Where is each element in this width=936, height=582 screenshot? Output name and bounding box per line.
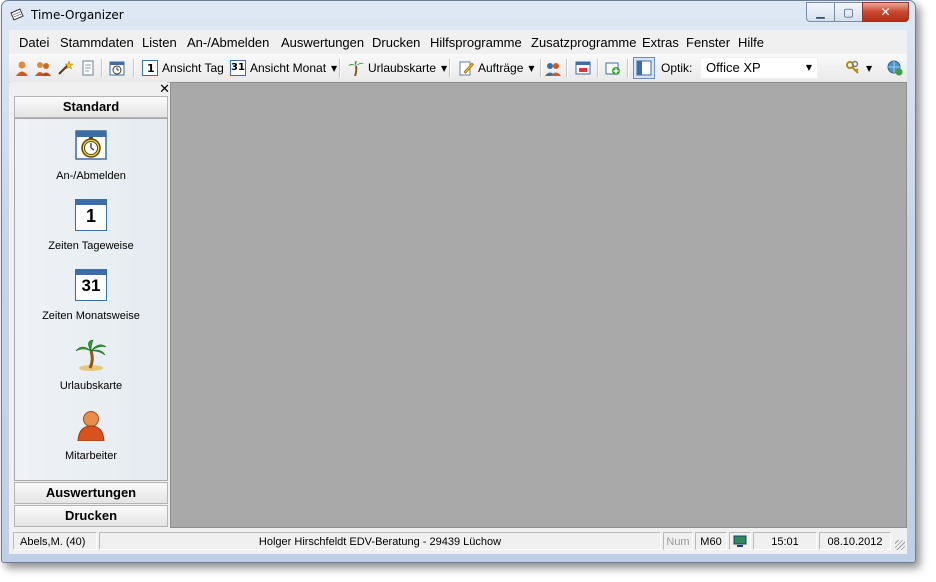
keys-icon (846, 60, 859, 74)
employee-button[interactable] (14, 58, 30, 78)
status-num-lock: Num (663, 532, 693, 550)
users-settings-button[interactable] (545, 58, 561, 78)
status-time: 15:01 (753, 532, 817, 550)
calendar-month-icon: 31 (230, 60, 246, 76)
person-icon (16, 61, 28, 76)
monitor-icon (733, 535, 747, 547)
stopwatch-calendar-icon (75, 130, 107, 160)
document-icon (82, 60, 94, 76)
nav-item-label: Zeiten Monatsweise (42, 310, 140, 322)
dropdown-arrow-icon[interactable]: ▼ (441, 64, 447, 73)
clock-button[interactable] (109, 58, 125, 78)
nav-item-label: Zeiten Tageweise (48, 240, 134, 252)
app-logo-icon (10, 8, 24, 21)
menu-auswertungen[interactable]: Auswertungen (281, 35, 364, 50)
client-area: Datei Stammdaten Listen An-/Abmelden Aus… (9, 30, 907, 554)
menu-stammdaten[interactable]: Stammdaten (60, 35, 134, 50)
menu-drucken[interactable]: Drucken (372, 35, 420, 50)
magic-wand-icon (58, 60, 73, 75)
nav-item-label: Urlaubskarte (59, 380, 123, 392)
mdi-workspace (170, 82, 907, 528)
calendar-month-icon: 31 (75, 269, 107, 301)
palm-tree-icon (75, 339, 107, 371)
navigation-panel: ✕ Standard An-/Abmelden 1 Zeiten Tagewei… (10, 82, 170, 527)
panel-toggle-button[interactable] (633, 57, 655, 79)
minimize-button[interactable]: ▁ (806, 2, 835, 22)
dropdown-arrow-icon[interactable]: ▼ (331, 64, 337, 73)
nav-item-urlaubskarte[interactable]: Urlaubskarte (15, 339, 167, 392)
auftraege-button[interactable]: Aufträge ▼ (458, 58, 535, 78)
pencil-document-icon (459, 61, 474, 76)
people-icon (35, 62, 51, 76)
maximize-icon: ▢ (843, 5, 854, 19)
group-drucken[interactable]: Drucken (14, 505, 168, 527)
document-button[interactable] (80, 58, 96, 78)
menu-datei[interactable]: Datei (19, 35, 49, 50)
ansicht-tag-label: Ansicht Tag (162, 61, 224, 75)
nav-item-mitarbeiter[interactable]: Mitarbeiter (15, 409, 167, 462)
auftraege-label: Aufträge (478, 61, 524, 75)
navigation-list: An-/Abmelden 1 Zeiten Tageweise 31 Zeite… (14, 118, 168, 481)
urlaubskarte-button[interactable]: Urlaubskarte ▼ (348, 58, 447, 78)
app-window: Time-Organizer ▁ ▢ ✕ Datei Stammdaten Li… (1, 0, 916, 563)
clock-calendar-icon (109, 61, 125, 76)
palm-tree-icon (348, 61, 364, 76)
status-user: Abels,M. (40) (13, 532, 97, 550)
keys-button[interactable]: ▼ (845, 58, 872, 78)
optik-select[interactable]: Office XP ▼ (700, 57, 818, 79)
close-icon: ✕ (880, 5, 891, 19)
nav-item-zeiten-tageweise[interactable]: 1 Zeiten Tageweise (15, 199, 167, 252)
group-auswertungen[interactable]: Auswertungen (14, 482, 168, 504)
calendar-day-icon: 1 (75, 199, 107, 231)
new-window-button[interactable] (605, 58, 621, 78)
menu-fenster[interactable]: Fenster (686, 35, 730, 50)
magic-wand-button[interactable] (57, 58, 73, 78)
window-button[interactable] (575, 58, 591, 78)
person-icon (77, 411, 105, 441)
window-add-icon (605, 62, 620, 75)
group-button[interactable] (35, 58, 51, 78)
status-company: Holger Hirschfeldt EDV-Beratung - 29439 … (99, 532, 661, 550)
menu-hilfsprogramme[interactable]: Hilfsprogramme (430, 35, 522, 50)
menu-listen[interactable]: Listen (142, 35, 177, 50)
status-bar: Abels,M. (40) Holger Hirschfeldt EDV-Ber… (9, 530, 907, 552)
maximize-button[interactable]: ▢ (834, 2, 863, 22)
dropdown-arrow-icon[interactable]: ▼ (528, 64, 534, 73)
minimize-icon: ▁ (816, 5, 825, 19)
group-standard[interactable]: Standard (14, 96, 168, 118)
title-bar[interactable]: Time-Organizer ▁ ▢ ✕ (2, 1, 915, 31)
nav-item-label: An-/Abmelden (56, 170, 126, 182)
menu-bar: Datei Stammdaten Listen An-/Abmelden Aus… (9, 30, 907, 54)
menu-zusatzprogramme[interactable]: Zusatzprogramme (531, 35, 636, 50)
close-button[interactable]: ✕ (862, 2, 909, 22)
ansicht-tag-button[interactable]: 1 Ansicht Tag (142, 58, 224, 78)
optik-value: Office XP (706, 60, 761, 75)
window-red-icon (575, 61, 591, 75)
globe-user-icon (887, 60, 903, 76)
resize-grip[interactable] (895, 540, 905, 550)
optik-label: Optik: (661, 61, 693, 75)
urlaubskarte-label: Urlaubskarte (368, 61, 437, 75)
menu-an-abmelden[interactable]: An-/Abmelden (187, 35, 269, 50)
menu-hilfe[interactable]: Hilfe (738, 35, 764, 50)
toolbar: 1 Ansicht Tag 31 Ansicht Monat ▼ Urlaubs… (9, 54, 907, 83)
nav-item-zeiten-monatsweise[interactable]: 31 Zeiten Monatsweise (15, 269, 167, 322)
users-gear-icon (545, 63, 561, 76)
nav-item-an-abmelden[interactable]: An-/Abmelden (15, 129, 167, 182)
status-m60: M60 (695, 532, 727, 550)
panel-layout-icon (636, 60, 652, 76)
nav-item-label: Mitarbeiter (65, 450, 117, 462)
panel-close-icon[interactable]: ✕ (159, 82, 170, 97)
window-title: Time-Organizer (31, 8, 124, 22)
chevron-down-icon[interactable]: ▼ (806, 63, 812, 72)
status-monitor[interactable] (729, 532, 751, 550)
dropdown-arrow-icon[interactable]: ▼ (866, 64, 872, 73)
ansicht-monat-button[interactable]: 31 Ansicht Monat ▼ (230, 58, 337, 78)
globe-user-button[interactable] (887, 58, 903, 78)
menu-extras[interactable]: Extras (642, 35, 679, 50)
ansicht-monat-label: Ansicht Monat (250, 61, 327, 75)
status-date: 08.10.2012 (819, 532, 891, 550)
calendar-day-icon: 1 (142, 60, 158, 76)
